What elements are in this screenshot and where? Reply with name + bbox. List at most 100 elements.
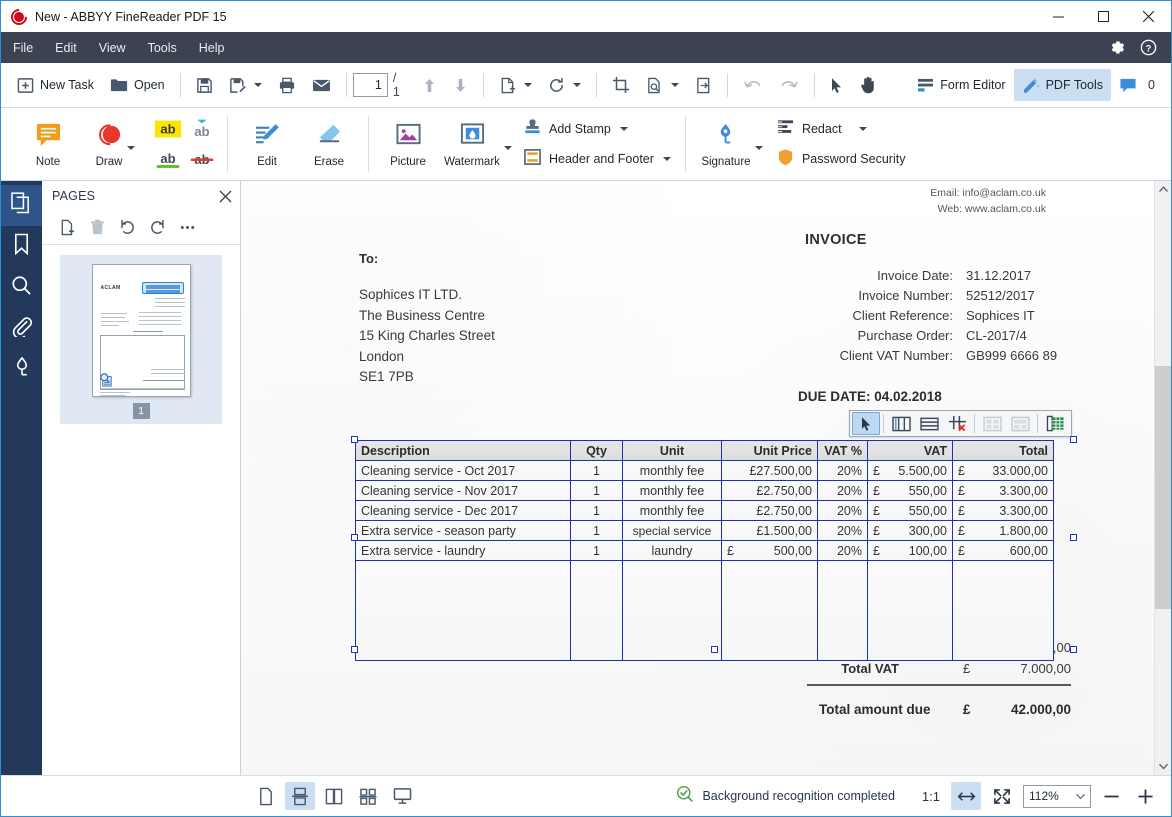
rotate-left-icon[interactable] <box>114 215 140 241</box>
table-selection-handle[interactable] <box>351 436 358 443</box>
page-search-dropdown-arrow[interactable] <box>670 83 679 87</box>
erase-tool[interactable]: Erase <box>298 108 360 180</box>
two-page-view-button[interactable] <box>319 782 349 810</box>
delete-separator-tool[interactable] <box>943 412 971 435</box>
cell-empty[interactable] <box>570 560 623 661</box>
zoom-level-select[interactable]: 112% <box>1023 784 1091 808</box>
actual-size-button[interactable]: 1:1 <box>917 789 945 804</box>
strikethrough-ab-icon[interactable]: ab <box>186 145 218 173</box>
crop-button[interactable] <box>604 69 638 101</box>
select-table-tool[interactable] <box>852 412 880 435</box>
cell-vat[interactable]: £300,00 <box>867 520 953 541</box>
cell-qty[interactable]: 1 <box>570 520 623 541</box>
select-tool-button[interactable] <box>822 69 852 101</box>
delete-page-icon[interactable] <box>84 215 110 241</box>
fit-width-button[interactable] <box>951 782 981 810</box>
export-button[interactable] <box>687 69 720 101</box>
table-selection-handle[interactable] <box>711 646 718 653</box>
print-button[interactable] <box>270 69 304 101</box>
cell-vat[interactable]: £550,00 <box>867 480 953 501</box>
draw-tool[interactable]: Draw <box>79 108 151 180</box>
underline-ab-icon[interactable]: ab <box>152 145 184 173</box>
pdf-tools-button[interactable]: PDF Tools <box>1013 69 1112 101</box>
open-button[interactable]: Open <box>102 69 173 101</box>
continuous-page-view-button[interactable] <box>285 782 315 810</box>
cell-unit[interactable]: monthly fee <box>622 460 722 481</box>
document-canvas[interactable]: Email: info@aclam.co.uk Web: www.aclam.c… <box>241 181 1154 775</box>
cell-vat-percent[interactable]: 20% <box>817 480 868 501</box>
rotate-right-icon[interactable] <box>144 215 170 241</box>
cell-empty[interactable] <box>952 560 1054 661</box>
form-editor-button[interactable]: Form Editor <box>909 69 1013 101</box>
signature-dropdown-arrow[interactable] <box>754 146 763 150</box>
menu-edit[interactable]: Edit <box>45 36 87 60</box>
edit-tool[interactable]: Edit <box>236 108 298 180</box>
rotate-button[interactable] <box>540 69 589 101</box>
vertical-scrollbar[interactable] <box>1154 181 1171 775</box>
insert-text-ab-icon[interactable]: ab <box>186 115 218 143</box>
cell-vat[interactable]: £5.500,00 <box>867 460 953 481</box>
rail-item-attachments[interactable] <box>1 308 42 349</box>
hand-tool-button[interactable] <box>852 69 885 101</box>
draw-dropdown-arrow[interactable] <box>126 146 135 150</box>
cell-empty[interactable] <box>355 560 571 661</box>
cell-empty[interactable] <box>721 560 818 661</box>
single-page-view-button[interactable] <box>251 782 281 810</box>
cell-unit-price[interactable]: £27.500,00 <box>721 460 818 481</box>
cell-qty[interactable]: 1 <box>570 480 623 501</box>
rail-item-search[interactable] <box>1 267 42 308</box>
cell-vat-percent[interactable]: 20% <box>817 520 868 541</box>
cell-total[interactable]: £3.300,00 <box>952 500 1054 521</box>
cell-empty[interactable] <box>867 560 953 661</box>
comments-button[interactable]: 0 <box>1111 69 1163 101</box>
cell-unit-price[interactable]: £2.750,00 <box>721 480 818 501</box>
undo-button[interactable] <box>735 69 771 101</box>
cell-empty[interactable] <box>817 560 868 661</box>
rail-item-signatures[interactable] <box>1 349 42 390</box>
redact-button[interactable]: Redact <box>770 115 912 143</box>
cell-total[interactable]: £33.000,00 <box>952 460 1054 481</box>
table-row[interactable]: Extra service - season party 1 special s… <box>355 520 1054 541</box>
menu-help[interactable]: Help <box>189 36 235 60</box>
header-and-footer-button[interactable]: Header and Footer <box>517 145 677 173</box>
picture-tool[interactable]: Picture <box>377 108 439 180</box>
previous-page-button[interactable] <box>414 69 445 101</box>
fit-page-button[interactable] <box>987 782 1017 810</box>
invoice-table[interactable]: Description Qty Unit Unit Price VAT % VA… <box>355 440 1054 661</box>
cell-qty[interactable]: 1 <box>570 460 623 481</box>
close-button[interactable] <box>1126 1 1171 32</box>
watermark-dropdown-arrow[interactable] <box>503 146 512 150</box>
add-page-icon[interactable] <box>54 215 80 241</box>
table-row[interactable]: Cleaning service - Nov 2017 1 monthly fe… <box>355 480 1054 501</box>
menu-file[interactable]: File <box>3 36 43 60</box>
menu-tools[interactable]: Tools <box>138 36 187 60</box>
cell-unit-price[interactable]: £1.500,00 <box>721 520 818 541</box>
signature-tool[interactable]: Signature <box>694 108 770 180</box>
save-button[interactable] <box>188 69 221 101</box>
cell-vat-percent[interactable]: 20% <box>817 460 868 481</box>
page-number-input[interactable]: 1 <box>353 73 388 97</box>
rail-item-pages[interactable] <box>1 185 42 226</box>
more-options-icon[interactable] <box>174 215 200 241</box>
table-selection-handle[interactable] <box>1070 436 1077 443</box>
note-tool[interactable]: Note <box>17 108 79 180</box>
add-page-button[interactable] <box>491 69 540 101</box>
next-page-button[interactable] <box>445 69 476 101</box>
cell-unit[interactable]: special service <box>622 520 722 541</box>
table-selection-handle[interactable] <box>1070 534 1077 541</box>
pdf-page[interactable]: Email: info@aclam.co.uk Web: www.aclam.c… <box>241 181 1154 775</box>
cell-unit-price[interactable]: £2.750,00 <box>721 500 818 521</box>
password-security-button[interactable]: Password Security <box>770 145 912 173</box>
cell-unit-price[interactable]: £500,00 <box>721 540 818 561</box>
two-page-continuous-view-button[interactable] <box>353 782 383 810</box>
cell-total[interactable]: £1.800,00 <box>952 520 1054 541</box>
cell-vat[interactable]: £100,00 <box>867 540 953 561</box>
question-circle-icon[interactable]: ? <box>1140 39 1157 56</box>
zoom-in-button[interactable] <box>1131 783 1159 809</box>
cell-qty[interactable]: 1 <box>570 500 623 521</box>
cell-description[interactable]: Cleaning service - Dec 2017 <box>355 500 571 521</box>
new-task-button[interactable]: New Task <box>9 69 102 101</box>
add-stamp-dropdown-arrow[interactable] <box>619 127 628 131</box>
watermark-tool[interactable]: Watermark <box>439 108 517 180</box>
cell-description[interactable]: Extra service - season party <box>355 520 571 541</box>
